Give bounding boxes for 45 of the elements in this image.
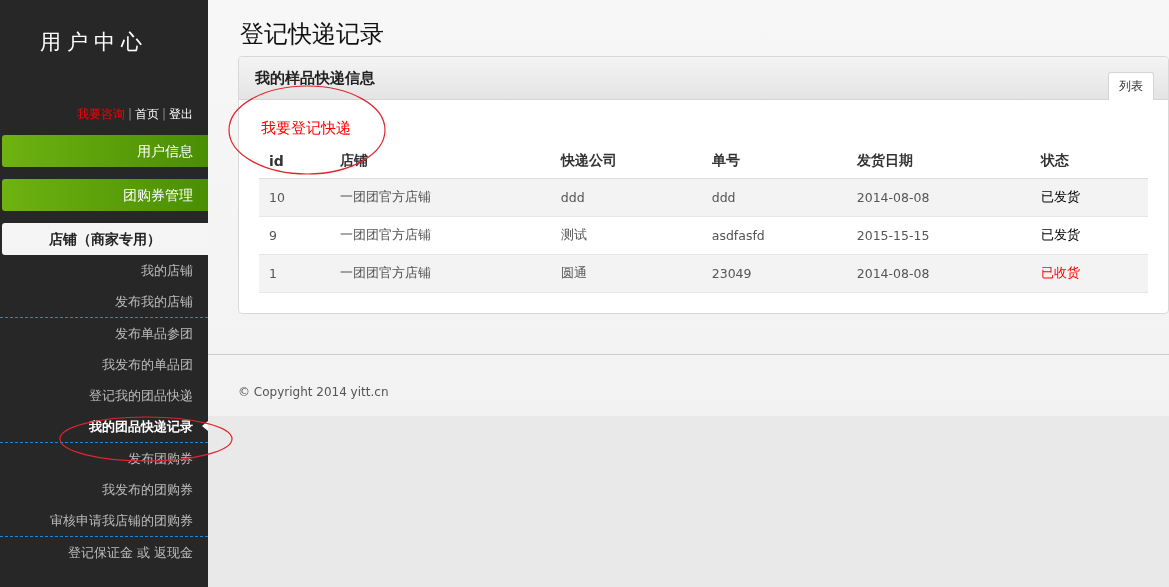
nav-button[interactable]: 团购券管理 — [2, 179, 208, 211]
table-cell: 已收货 — [1030, 254, 1148, 293]
sidebar-item[interactable]: 登记我的团品快递 — [0, 380, 208, 411]
header-link[interactable]: 登出 — [169, 105, 193, 123]
link-separator: | — [127, 107, 132, 121]
sidebar-item[interactable]: 审核申请我店铺的团购券 — [0, 505, 208, 536]
table-cell: 23049 — [701, 254, 847, 293]
nav-button[interactable]: 店铺（商家专用） — [2, 223, 208, 255]
table-cell: 1 — [259, 254, 331, 293]
table-cell: ddd — [701, 178, 847, 217]
table-cell: 10 — [259, 178, 331, 217]
column-header: 状态 — [1030, 144, 1148, 179]
table-cell: 2015-15-15 — [846, 216, 1031, 255]
table-cell: asdfasfd — [701, 216, 847, 255]
table-cell: 已发货 — [1030, 178, 1148, 217]
panel-title: 我的样品快递信息 — [255, 68, 375, 88]
sidebar-item[interactable]: 登记保证金 或 返现金 — [0, 537, 208, 568]
table-cell: 圆通 — [550, 254, 702, 293]
table-cell: 一团团官方店铺 — [330, 178, 551, 217]
sidebar-item[interactable]: 我发布的单品团 — [0, 349, 208, 380]
copyright-text: © Copyright 2014 yitt.cn — [238, 385, 390, 399]
table-cell: 9 — [259, 216, 331, 255]
table-cell: 测试 — [550, 216, 702, 255]
table-cell: 已发货 — [1030, 216, 1148, 255]
sidebar-item[interactable]: 我发布的团购券 — [0, 474, 208, 505]
table-cell: 2014-08-08 — [846, 178, 1031, 217]
sidebar-title: 用户中心 — [39, 29, 149, 56]
table-cell: 2014-08-08 — [846, 254, 1031, 293]
column-header: 单号 — [701, 144, 847, 179]
sidebar-item[interactable]: 发布单品参团 — [0, 318, 208, 349]
table-cell: 一团团官方店铺 — [330, 216, 551, 255]
column-header: 发货日期 — [846, 144, 1031, 179]
tab[interactable]: 列表 — [1108, 72, 1154, 100]
link-separator: | — [161, 107, 166, 121]
register-link[interactable]: 我要登记快递 — [261, 119, 351, 138]
header-link[interactable]: 首页 — [134, 105, 159, 123]
page-title: 登记快递记录 — [240, 19, 385, 50]
sidebar-item[interactable]: 我的店铺 — [0, 255, 208, 286]
column-header: 快递公司 — [550, 144, 702, 179]
nav-button[interactable]: 用户信息 — [2, 135, 208, 167]
header-link[interactable]: 我要咨询 — [76, 105, 125, 123]
table-cell: ddd — [550, 178, 702, 217]
table-cell: 一团团官方店铺 — [330, 254, 551, 293]
column-header: id — [259, 144, 331, 179]
sidebar-item[interactable]: 发布我的店铺 — [0, 286, 208, 317]
